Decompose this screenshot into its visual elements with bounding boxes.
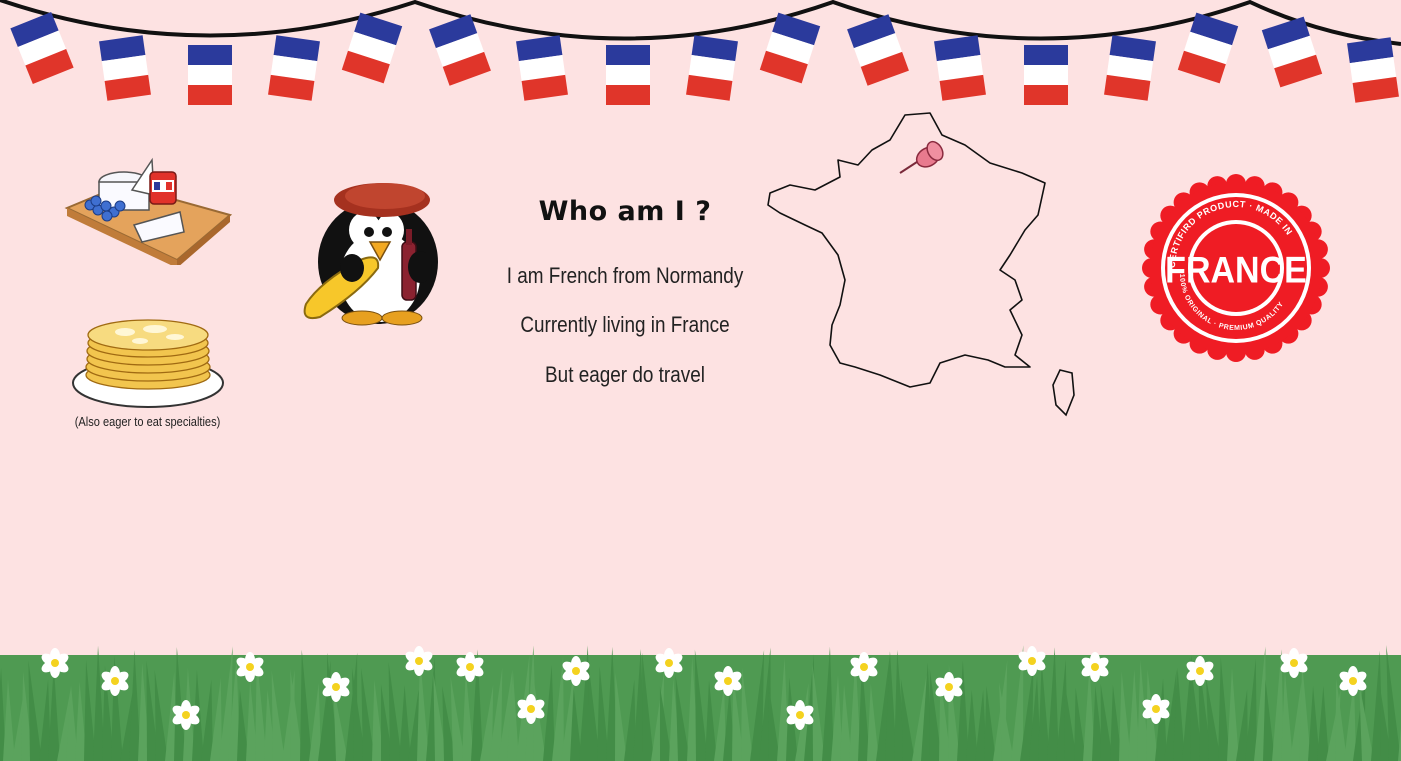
bunting-flag: [1347, 37, 1399, 103]
bunting-flag: [1177, 12, 1239, 84]
bunting-flag: [934, 35, 986, 101]
bunting-flag: [341, 12, 403, 84]
intro-line-origin: I am French from Normandy: [506, 263, 744, 288]
bunting-flag: [759, 12, 821, 84]
bunting-flag: [686, 35, 738, 101]
bunting-flags-decoration: [0, 0, 1401, 105]
penguin-mascot-illustration: [303, 183, 438, 326]
intro-line-residence: Currently living in France: [520, 312, 730, 337]
bunting-flag: [188, 45, 232, 105]
bunting-flag: [847, 14, 909, 86]
crepes-plate-illustration: [72, 319, 224, 408]
bunting-flag: [606, 45, 650, 105]
bunting-flag: [516, 35, 568, 101]
bunting-flag: [1024, 45, 1068, 105]
bunting-flag: [10, 11, 74, 85]
certified-badge-icon: CERTIFIRD PRODUCT · MADE IN 100% ORIGINA…: [1142, 174, 1330, 362]
intro-line-travel: But eager do travel: [545, 362, 705, 387]
page-heading: Who am I ?: [538, 196, 712, 227]
bunting-flag: [1104, 35, 1156, 101]
badge-main-text: FRANCE: [1165, 249, 1307, 291]
bunting-flag: [268, 35, 320, 101]
bunting-flag: [429, 14, 491, 86]
france-map-illustration: [767, 112, 1075, 417]
cheese-board-illustration: [64, 157, 232, 265]
bunting-flag: [99, 35, 151, 101]
food-caption: (Also eager to eat specialties): [74, 414, 221, 429]
map-pin-icon: [899, 140, 944, 174]
grass-with-daisies-decoration: [0, 645, 1401, 761]
